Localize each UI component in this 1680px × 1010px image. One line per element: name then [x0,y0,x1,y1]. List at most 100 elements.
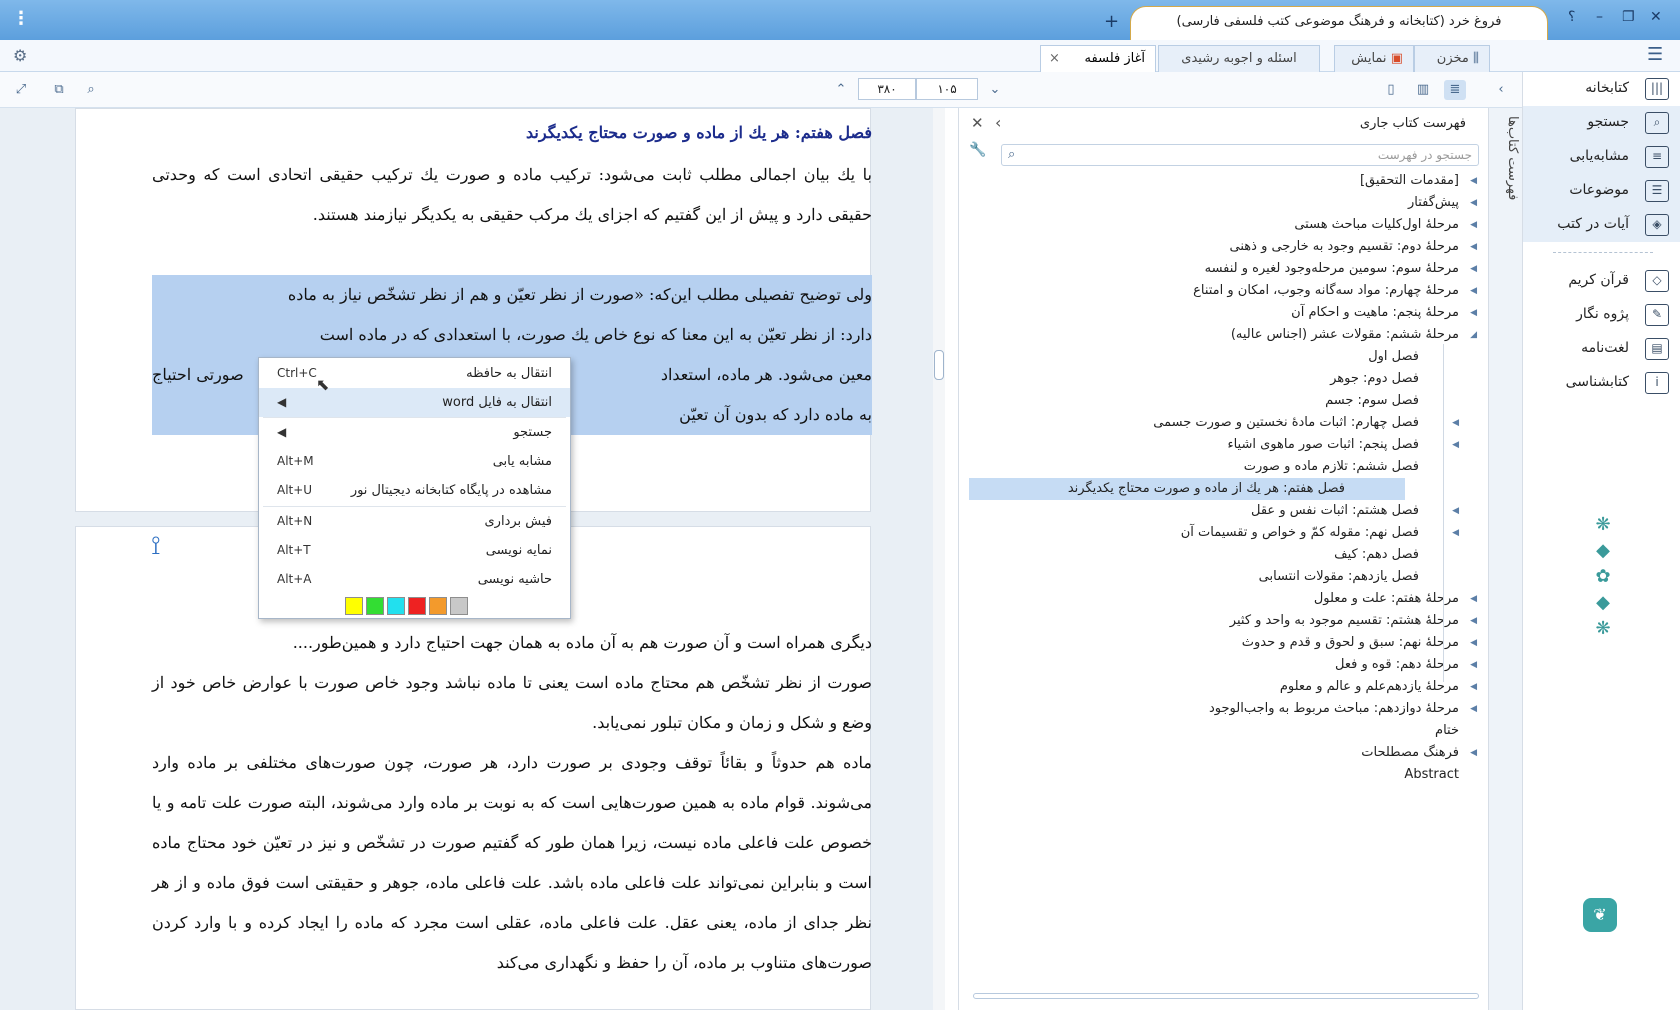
prev-page-icon[interactable]: ⌄ [984,80,1006,100]
reader-scrollbar[interactable] [933,108,945,1010]
expand-arrow-icon[interactable]: ◀ [1470,214,1477,236]
expand-arrow-icon[interactable]: ◀ [1470,698,1477,720]
highlight-color-swatch[interactable] [366,597,384,615]
toc-item[interactable]: فصل ششم: تلازم ماده و صورت [959,456,1489,478]
toc-item[interactable]: مرحلهٔ پنجم: ماهيت و احكام آن ◀ [959,302,1489,324]
tab-aghaz-falsafe[interactable]: آغاز فلسفه × [1040,45,1156,72]
toc-item[interactable]: فصل هفتم: هر يك از ماده و صورت محتاج يكد… [969,478,1405,500]
toc-item[interactable]: فرهنگ مصطلحات ◀ [959,742,1489,764]
menu-item-index[interactable]: نمایه نویسی Alt+T [259,536,570,565]
help-button[interactable]: ؟ [1568,9,1575,25]
menu-item-copy[interactable]: انتقال به حافظه Ctrl+C [259,359,570,388]
app-menu-icon[interactable]: ⋮ [12,8,30,29]
toc-item[interactable]: [مقدمات التحقيق] ◀ [959,170,1489,192]
nav-item[interactable]: ◈ آیات در کتب [1523,208,1680,242]
toc-item[interactable]: مرحلهٔ چهارم: مواد سه‌گانه وجوب، امكان و… [959,280,1489,302]
menu-item-search[interactable]: جستجو ◀ [259,418,570,447]
tab-close-icon[interactable]: × [1049,46,1060,71]
toc-item[interactable]: Abstract [959,764,1489,786]
toc-item[interactable]: فصل دهم: كيف [959,544,1489,566]
wrench-icon[interactable]: 🔧 [969,142,986,158]
menu-item-noor-view[interactable]: مشاهده در پایگاه کتابخانه دیجیتال نور Alt… [259,476,570,505]
next-page-icon[interactable]: ⌃ [830,80,852,100]
compare-icon[interactable]: ⧉ [48,80,70,100]
nav-item[interactable]: ⌕ جستجو [1523,106,1680,140]
single-page-icon[interactable]: ▯ [1380,80,1402,100]
expand-arrow-icon[interactable]: ◀ [1470,192,1477,214]
nav-item[interactable]: ≡ مشابه‌یابی [1523,140,1680,174]
toc-item[interactable]: مرحلهٔ سوم: سومين مرحله‌وجود لغيره و لنف… [959,258,1489,280]
expand-arrow-icon[interactable]: ◀ [1452,500,1459,522]
toc-item[interactable]: مرحلهٔ يازدهم‌علم و عالم و معلوم ◀ [959,676,1489,698]
toc-item[interactable]: مرحلهٔ دهم: قوه و فعل ◀ [959,654,1489,676]
expand-arrow-icon[interactable]: ◀ [1470,258,1477,280]
expand-arrow-icon[interactable]: ◀ [1470,236,1477,258]
bookmark-icon[interactable]: ⟟ [151,531,161,562]
hamburger-icon[interactable]: ☰ [1647,44,1663,65]
tab-namayesh[interactable]: ▣ نمایش [1334,45,1414,72]
double-page-icon[interactable]: ▥ [1412,80,1434,100]
nav-item[interactable]: ▤ لغت‌نامه [1523,332,1680,366]
highlight-color-swatch[interactable] [429,597,447,615]
toc-item[interactable]: فصل سوم: جسم [959,390,1489,412]
search-icon[interactable]: ⌕ [80,80,102,100]
toc-horizontal-scrollbar[interactable] [973,993,1479,999]
toc-item[interactable]: فصل اول [959,346,1489,368]
expand-arrow-icon[interactable]: ◀ [1452,412,1459,434]
toc-item[interactable]: پيش‌گفتار ◀ [959,192,1489,214]
expand-arrow-icon[interactable]: ◀ [1470,302,1477,324]
fullscreen-icon[interactable]: ⤢ [10,80,32,100]
toc-item[interactable]: فصل هشتم: اثبات نفس و عقل ◀ [959,500,1489,522]
tab-asele[interactable]: اسئله و اجوبه رشیدی [1158,45,1320,72]
highlight-color-swatch[interactable] [387,597,405,615]
highlight-color-swatch[interactable] [450,597,468,615]
toc-item[interactable]: مرحلهٔ اول‌كليات مباحث هستى ◀ [959,214,1489,236]
new-tab-button[interactable]: + [1104,11,1119,32]
expand-arrow-icon[interactable]: ◀ [1470,632,1477,654]
menu-item-note[interactable]: فیش برداری Alt+N [259,507,570,536]
expand-arrow-icon[interactable]: ◢ [1470,324,1477,346]
expand-arrow-icon[interactable]: ◀ [1470,610,1477,632]
toc-item[interactable]: مرحلهٔ دوازدهم: مباحث مربوط به واجب‌الوج… [959,698,1489,720]
collapse-panel-icon[interactable]: ‹ [1490,80,1512,100]
nav-item[interactable]: i کتابشناسی [1523,366,1680,400]
menu-item-margin[interactable]: حاشیه نویسی Alt+A [259,565,570,594]
expand-arrow-icon[interactable]: ◀ [1470,170,1477,192]
expand-arrow-icon[interactable]: ◀ [1452,434,1459,456]
menu-item-export-word[interactable]: انتقال به فایل word ◀ [259,388,570,417]
restore-button[interactable]: ❐ [1622,9,1635,25]
nav-item[interactable]: ✎ پژوه نگار [1523,298,1680,332]
expand-arrow-icon[interactable]: ◀ [1470,654,1477,676]
minimize-button[interactable]: – [1596,9,1603,25]
toc-item[interactable]: فصل يازدهم: مقولات انتسابى [959,566,1489,588]
scroll-thumb[interactable] [934,350,944,380]
toc-item[interactable]: فصل پنجم: اثبات صور ماهوى اشياء ◀ [959,434,1489,456]
nav-item[interactable]: ◇ قرآن کریم [1523,264,1680,298]
toc-item[interactable]: فصل دوم: جوهر [959,368,1489,390]
nav-item[interactable]: ||| کتابخانه [1523,72,1680,106]
expand-arrow-icon[interactable]: ◀ [1452,522,1459,544]
toc-item[interactable]: مرحلهٔ ششم: مقولات عشر (اجناس عاليه) ◢ [959,324,1489,346]
expand-arrow-icon[interactable]: ◀ [1470,742,1477,764]
page-number-input[interactable]: ۱۰۵ [916,78,978,100]
toc-item[interactable]: مرحلهٔ دوم: تقسيم وجود به خارجى و ذهنى ◀ [959,236,1489,258]
nav-item[interactable]: ☰ موضوعات [1523,174,1680,208]
expand-arrow-icon[interactable]: ◀ [1470,676,1477,698]
toc-item[interactable]: مرحلهٔ نهم: سبق و لحوق و قدم و حدوث ◀ [959,632,1489,654]
settings-icon[interactable]: ⚙ [13,46,27,65]
menu-item-similar[interactable]: مشابه یابی Alt+M [259,447,570,476]
highlight-color-swatch[interactable] [345,597,363,615]
close-panel-icon[interactable]: ✕ [971,114,984,132]
toc-item[interactable]: مرحلهٔ هشتم: تقسيم موجود به واحد و كثير ◀ [959,610,1489,632]
back-icon[interactable]: ‹ [995,113,1001,132]
close-button[interactable]: ✕ [1650,9,1662,25]
toc-item[interactable]: فصل نهم: مقوله كمّ و خواص و تقسيمات آن ◀ [959,522,1489,544]
expand-arrow-icon[interactable]: ◀ [1470,280,1477,302]
books-index-vertical-tab[interactable]: فهرست کتاب‌ها [1488,108,1522,1010]
highlight-color-swatch[interactable] [408,597,426,615]
toc-item[interactable]: مرحلهٔ هفتم: علت و معلول ◀ [959,588,1489,610]
toc-search-input[interactable]: ⌕ جستجو در فهرست [1001,144,1479,166]
list-view-icon[interactable]: ≣ [1444,80,1466,100]
toc-item[interactable]: فصل چهارم: اثبات مادهٔ نخستين و صورت جسم… [959,412,1489,434]
tab-makhzan[interactable]: ⫼ مخزن [1414,45,1490,72]
